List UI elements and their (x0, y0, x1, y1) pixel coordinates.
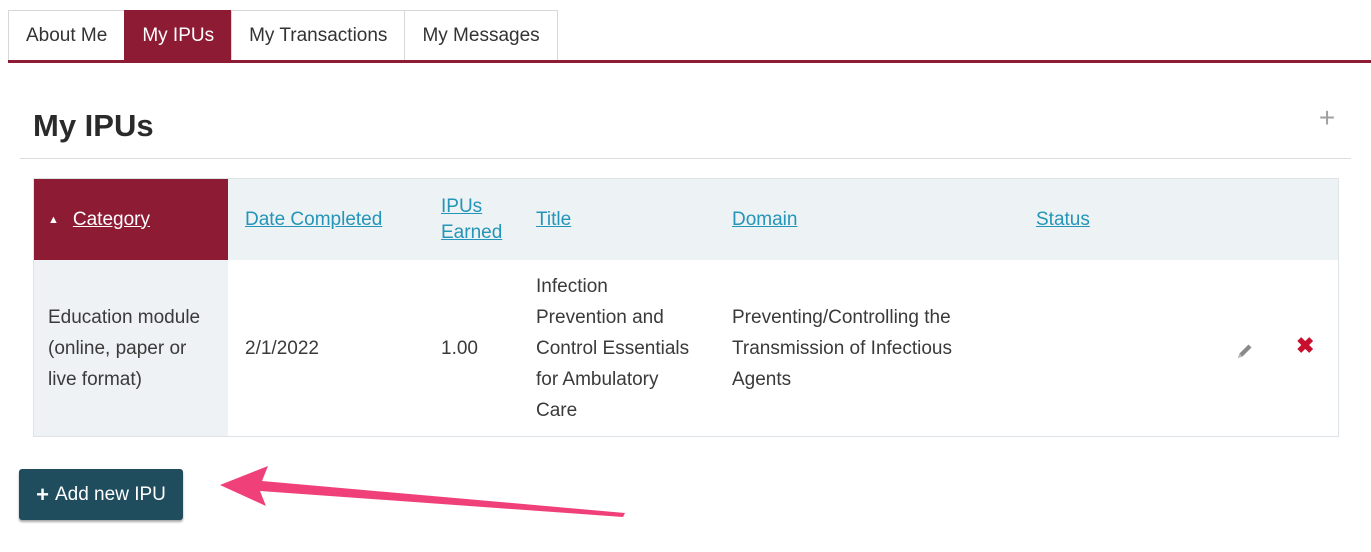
sort-link-date-completed[interactable]: Date Completed (245, 207, 382, 233)
cell-date-completed: 2/1/2022 (245, 337, 319, 359)
delete-x-icon[interactable]: ✖ (1296, 335, 1314, 357)
ipus-earned-line-2: Earned (441, 221, 503, 243)
tab-underline (8, 60, 1371, 63)
tab-bar: About Me My IPUs My Transactions My Mess… (8, 10, 558, 60)
tab-my-messages[interactable]: My Messages (404, 10, 558, 60)
sort-link-status[interactable]: Status (1036, 207, 1090, 233)
title-line-5: Care (536, 399, 578, 421)
domain-line-1: Preventing/Controlling the (732, 306, 951, 328)
divider (20, 158, 1351, 159)
sort-ascending-icon: ▲ (48, 213, 59, 226)
sort-link-title[interactable]: Title (536, 207, 571, 233)
page-title: My IPUs (33, 108, 154, 143)
sort-link-domain[interactable]: Domain (732, 207, 797, 233)
tab-my-ipus[interactable]: My IPUs (124, 10, 233, 60)
column-header-status: Status (1036, 179, 1090, 260)
column-header-domain: Domain (732, 179, 797, 260)
sort-link-category[interactable]: Category (73, 207, 150, 233)
cell-ipus-earned: 1.00 (441, 337, 478, 359)
domain-line-3: Agents (732, 368, 792, 390)
cell-domain: Preventing/Controlling the Transmission … (732, 260, 952, 436)
plus-icon[interactable]: + (1315, 104, 1339, 132)
table-header: ▲ Category Date Completed IPUs Earned Tit… (34, 179, 1338, 260)
column-header-date-completed: Date Completed (245, 179, 382, 260)
column-header-title: Title (536, 179, 571, 260)
title-line-4: for Ambulatory (536, 368, 659, 390)
tab-about-me[interactable]: About Me (8, 10, 126, 60)
category-line-1: Education module (48, 306, 201, 328)
plus-icon: + (36, 481, 49, 507)
category-line-3: live format) (48, 368, 142, 390)
title-line-2: Prevention and (536, 306, 664, 328)
column-header-category[interactable]: ▲ Category (34, 179, 228, 260)
title-line-3: Control Essentials (536, 337, 690, 359)
category-line-2: (online, paper or (48, 337, 187, 359)
add-new-ipu-button[interactable]: + Add new IPU (19, 469, 183, 520)
sort-link-ipus-earned[interactable]: IPUs Earned (441, 194, 502, 246)
domain-line-2: Transmission of Infectious (732, 337, 952, 359)
add-new-ipu-label: Add new IPU (54, 483, 166, 505)
ipu-table: ▲ Category Date Completed IPUs Earned Tit… (33, 178, 1339, 437)
ipus-earned-line-1: IPUs (441, 195, 483, 217)
pencil-icon[interactable] (1235, 341, 1255, 361)
cell-title: Infection Prevention and Control Essenti… (536, 260, 689, 436)
title-line-1: Infection (536, 275, 608, 297)
cell-category: Education module (online, paper or live … (34, 260, 228, 436)
tab-my-transactions[interactable]: My Transactions (231, 10, 406, 60)
column-header-ipus-earned: IPUs Earned (441, 179, 502, 260)
table-row: Education module (online, paper or live … (34, 260, 1338, 436)
annotation-arrow (220, 466, 625, 517)
